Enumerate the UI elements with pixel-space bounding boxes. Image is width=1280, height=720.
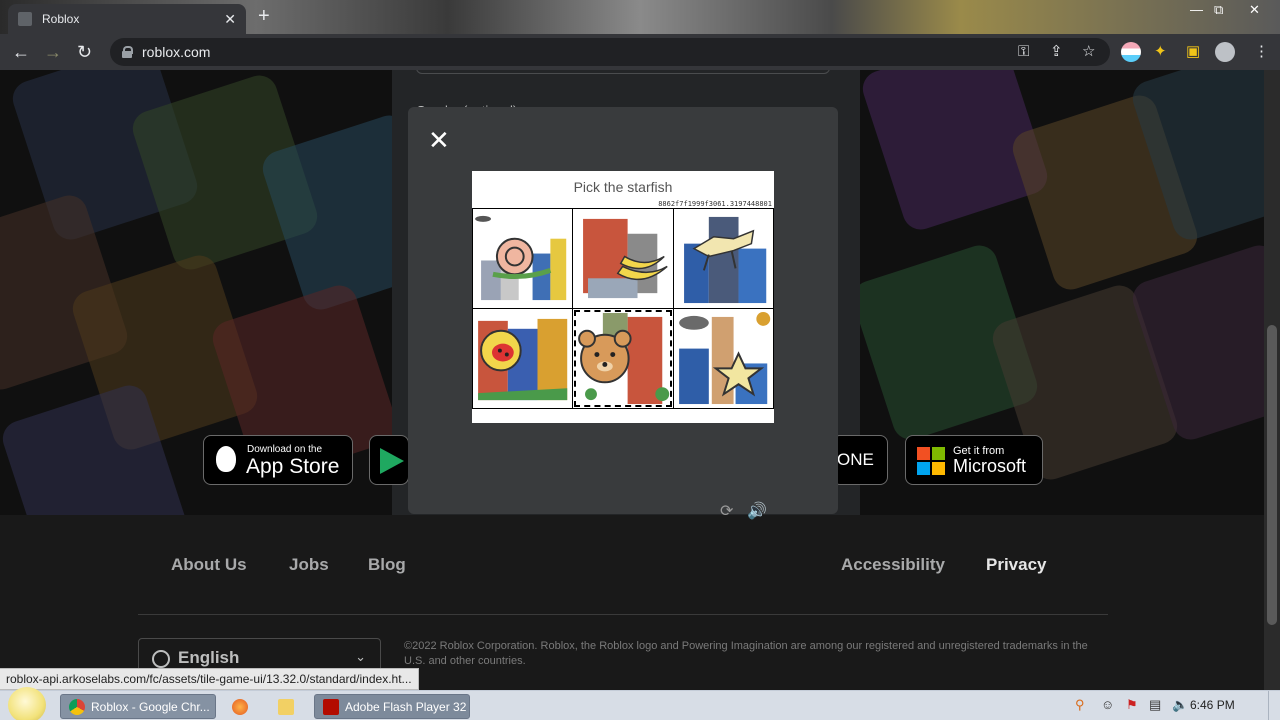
captcha-tile-starfish[interactable] <box>673 309 773 408</box>
search-tray-icon[interactable]: ⚲ <box>1075 698 1089 712</box>
browser-tab-strip: Roblox ✕ + — ⧉ ✕ <box>0 0 1280 34</box>
back-icon[interactable]: ← <box>12 42 30 62</box>
captcha-tile-ladybug[interactable] <box>473 309 573 408</box>
footer-link-about-us[interactable]: About Us <box>171 555 247 575</box>
network-tray-icon[interactable]: ▤ <box>1149 698 1163 712</box>
maximize-icon[interactable]: ⧉ <box>1214 2 1223 18</box>
language-value: English <box>178 648 240 667</box>
captcha-session-id: 8862f7f1999f3061.3197448801 <box>658 200 772 208</box>
link-status-bar: roblox-api.arkoselabs.com/fc/assets/tile… <box>0 668 419 690</box>
footer-link-jobs[interactable]: Jobs <box>289 555 329 575</box>
forward-icon[interactable]: → <box>44 42 62 62</box>
footer-link-blog[interactable]: Blog <box>368 555 406 575</box>
taskbar-clock[interactable]: 6:46 PM <box>1190 698 1235 712</box>
address-bar[interactable]: roblox.com <box>110 38 1110 66</box>
taskbar-firefox[interactable] <box>224 694 260 719</box>
tab-title: Roblox <box>42 12 80 26</box>
reload-icon[interactable]: ↻ <box>77 42 92 62</box>
lock-icon <box>122 46 133 58</box>
profile-avatar-icon[interactable] <box>1215 42 1235 62</box>
firefox-icon <box>232 698 248 715</box>
star-icon[interactable]: ☆ <box>1082 43 1095 61</box>
key-icon[interactable]: ⚿ <box>1018 43 1029 61</box>
share-icon[interactable]: ⇪ <box>1050 43 1063 61</box>
minimize-icon[interactable]: — <box>1190 2 1203 17</box>
scrollbar-thumb[interactable] <box>1267 325 1277 625</box>
windows-taskbar: Roblox - Google Chr... Adobe Flash Playe… <box>0 687 1280 720</box>
captcha-tile-bananas[interactable] <box>573 209 673 308</box>
taskbar-flash-player[interactable]: Adobe Flash Player 32 <box>314 694 470 719</box>
captcha-tile-snail[interactable] <box>473 209 573 308</box>
flash-icon <box>323 698 339 715</box>
page-scrollbar[interactable] <box>1264 70 1280 690</box>
google-play-icon <box>380 448 404 474</box>
chevron-down-icon: ⌄ <box>355 649 366 664</box>
volume-tray-icon[interactable]: 🔈 <box>1172 698 1188 712</box>
footer-link-privacy[interactable]: Privacy <box>986 555 1047 575</box>
captcha-grid <box>472 208 774 409</box>
snail-illustration <box>475 215 567 301</box>
extensions-icon[interactable]: ✦ <box>1154 43 1167 61</box>
captcha-prompt: Pick the starfish <box>573 179 673 195</box>
password-field[interactable] <box>416 70 830 74</box>
microsoft-big-text: Microsoft <box>953 456 1027 476</box>
starfish-illustration <box>678 311 770 405</box>
microsoft-logo-icon <box>917 447 945 475</box>
chrome-icon <box>69 698 85 715</box>
browser-tab[interactable]: Roblox ✕ <box>8 4 246 34</box>
captcha-tile-horse[interactable] <box>673 209 773 308</box>
footer-link-accessibility[interactable]: Accessibility <box>841 555 945 575</box>
profile-extension-icon[interactable] <box>1121 42 1141 62</box>
tab-close-icon[interactable]: ✕ <box>224 11 236 28</box>
audio-icon[interactable]: 🔊 <box>747 501 767 521</box>
copyright-text: ©2022 Roblox Corporation. Roblox, the Ro… <box>404 640 1088 667</box>
ladybug-illustration <box>478 318 568 401</box>
captcha-tile-bear[interactable] <box>573 309 673 408</box>
bear-illustration <box>578 312 670 405</box>
google-play-badge[interactable] <box>369 435 409 485</box>
captcha-modal: ✕ Pick the starfish 8862f7f1999f3061.319… <box>408 107 838 520</box>
appstore-big-text: App Store <box>246 455 340 478</box>
captcha-challenge: Pick the starfish 8862f7f1999f3061.31974… <box>472 171 774 423</box>
apple-icon <box>216 446 236 472</box>
folder-icon <box>278 698 294 715</box>
taskbar-chrome-label: Roblox - Google Chr... <box>91 699 210 714</box>
xbox-text: ONE <box>837 450 874 469</box>
window-close-icon[interactable]: ✕ <box>1249 2 1260 18</box>
new-tab-button[interactable]: + <box>258 5 270 28</box>
appstore-small-text: Download on the <box>247 444 323 455</box>
footer-divider <box>138 614 1108 615</box>
xbox-badge[interactable]: ONE <box>832 435 888 485</box>
bananas-illustration <box>583 218 669 299</box>
flag-tray-icon[interactable]: ⚑ <box>1126 698 1140 712</box>
app-store-badge[interactable]: Download on the App Store <box>203 435 353 485</box>
sidepanel-icon[interactable]: ▣ <box>1186 43 1200 61</box>
taskbar-explorer[interactable] <box>270 694 306 719</box>
microsoft-store-badge[interactable]: Get it from Microsoft <box>905 435 1043 485</box>
roblox-favicon-icon <box>18 12 32 26</box>
menu-icon[interactable]: ⋮ <box>1254 43 1269 61</box>
emoji-tray-icon[interactable]: ☺ <box>1101 698 1115 712</box>
refresh-icon[interactable]: ⟳ <box>720 501 733 521</box>
show-desktop-button[interactable] <box>1268 691 1280 720</box>
taskbar-chrome[interactable]: Roblox - Google Chr... <box>60 694 216 719</box>
screen: Roblox ✕ + — ⧉ ✕ ← → ↻ roblox.com ⚿ ⇪ ☆ … <box>0 0 1280 720</box>
close-icon[interactable]: ✕ <box>428 127 450 153</box>
globe-icon <box>152 650 170 668</box>
start-button[interactable] <box>8 687 46 720</box>
taskbar-flash-label: Adobe Flash Player 32 <box>345 699 467 714</box>
url-text: roblox.com <box>142 44 211 60</box>
browser-toolbar: ← → ↻ roblox.com ⚿ ⇪ ☆ ✦ ▣ ⋮ <box>0 34 1280 70</box>
horse-illustration <box>683 216 766 304</box>
